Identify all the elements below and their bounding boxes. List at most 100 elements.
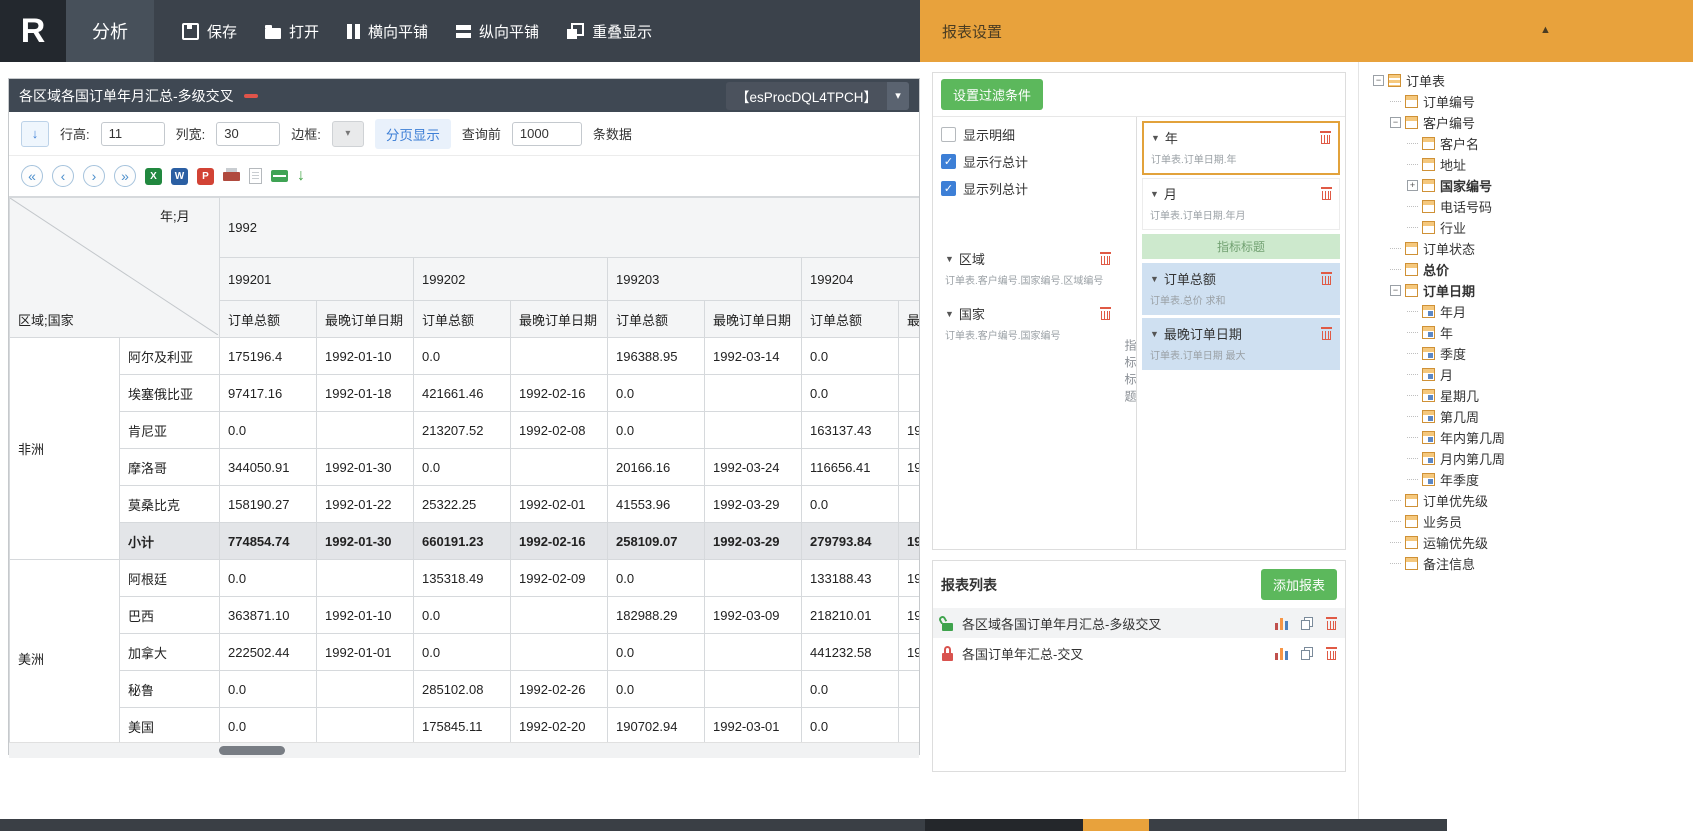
cascade-button[interactable]: 重叠显示 <box>553 0 666 62</box>
horizontal-scrollbar[interactable] <box>9 742 919 758</box>
tree-item-quarter[interactable]: 季度 <box>1359 343 1693 364</box>
chart-icon[interactable] <box>1275 647 1288 660</box>
chart-icon[interactable] <box>1275 617 1288 630</box>
tree-item-week-number[interactable]: 第几周 <box>1359 406 1693 427</box>
tree-item-address[interactable]: 地址 <box>1359 154 1693 175</box>
tree-item-order-table[interactable]: − 订单表 <box>1359 70 1693 91</box>
field-caret-icon[interactable]: ▼ <box>945 254 954 264</box>
add-report-button[interactable]: 添加报表 <box>1260 569 1337 600</box>
table-icon <box>1388 74 1401 87</box>
collapse-panel-icon[interactable]: ▲ <box>1540 24 1551 36</box>
next-page-button[interactable]: › <box>83 165 105 187</box>
field-caret-icon[interactable]: ▼ <box>1150 189 1159 199</box>
col-width-input[interactable] <box>216 121 281 146</box>
save-button[interactable]: 保存 <box>168 0 251 62</box>
row-field-region[interactable]: ▼ 区域 订单表.客户编号.国家编号.区域编号 <box>941 244 1115 293</box>
checkbox-show-col-total[interactable]: ✓ 显示列总计 <box>941 179 1115 198</box>
delete-report-icon[interactable] <box>1326 646 1337 660</box>
filter-conditions-button[interactable]: 设置过滤条件 <box>941 79 1044 110</box>
copy-report-icon[interactable] <box>1301 646 1313 660</box>
tree-item-year-quarter[interactable]: 年季度 <box>1359 469 1693 490</box>
tree-item-weekday[interactable]: 星期几 <box>1359 385 1693 406</box>
first-page-button[interactable]: « <box>21 165 43 187</box>
background-window-strip <box>0 819 925 831</box>
tree-item-industry[interactable]: 行业 <box>1359 217 1693 238</box>
dataset-dropdown[interactable]: 【esProcDQL4TPCH】 ▾ <box>725 81 909 110</box>
report-list-item[interactable]: 各区域各国订单年月汇总-多级交叉 <box>933 608 1345 638</box>
tree-item-week-of-month[interactable]: 月内第几周 <box>1359 448 1693 469</box>
tree-item-order-id[interactable]: 订单编号 <box>1359 91 1693 112</box>
tile-vertical-button[interactable]: 纵向平铺 <box>442 0 553 62</box>
tree-item-customer-name[interactable]: 客户名 <box>1359 133 1693 154</box>
data-cell: 190702.94 <box>607 707 705 742</box>
checkbox-show-detail[interactable]: 显示明细 <box>941 125 1115 144</box>
tree-item-year-month[interactable]: 年月 <box>1359 301 1693 322</box>
data-cell: 363871.10 <box>219 596 317 634</box>
collapse-toolbar-button[interactable]: ↓ <box>21 120 49 147</box>
export-excel-icon[interactable]: X <box>145 167 162 185</box>
copy-report-icon[interactable] <box>1301 616 1313 630</box>
tab-analysis[interactable]: 分析 <box>66 0 154 62</box>
delete-field-icon[interactable] <box>1321 187 1332 200</box>
open-button[interactable]: 打开 <box>251 0 333 62</box>
tree-item-year[interactable]: 年 <box>1359 322 1693 343</box>
export-word-icon[interactable]: W <box>171 167 188 185</box>
field-caret-icon[interactable]: ▼ <box>1151 133 1160 143</box>
export-data-icon[interactable] <box>271 170 288 182</box>
field-caret-icon[interactable]: ▼ <box>1150 274 1159 284</box>
tile-horizontal-button[interactable]: 横向平铺 <box>333 0 442 62</box>
column-field-month[interactable]: ▼ 月 订单表.订单日期.年月 <box>1142 178 1340 230</box>
report-file-icon[interactable] <box>249 168 262 184</box>
tree-item-country-id[interactable]: + 国家编号 <box>1359 175 1693 196</box>
delete-report-icon[interactable] <box>1326 616 1337 630</box>
row-field-country[interactable]: ▼ 国家 订单表.客户编号.国家编号 <box>941 299 1115 348</box>
delete-field-icon[interactable] <box>1320 131 1331 144</box>
download-icon[interactable]: ↓ <box>297 167 305 185</box>
minimize-icon[interactable] <box>243 93 258 98</box>
column-field-year[interactable]: ▼ 年 订单表.订单日期.年 <box>1142 121 1340 175</box>
measure-field-latest-order-date[interactable]: ▼ 最晚订单日期 订单表.订单日期 最大 <box>1142 318 1340 370</box>
print-icon[interactable] <box>223 168 240 184</box>
collapse-node-icon[interactable]: − <box>1373 75 1384 86</box>
scrollbar-thumb[interactable] <box>219 746 285 755</box>
data-cell: 19 <box>897 448 919 486</box>
previous-page-button[interactable]: ‹ <box>52 165 74 187</box>
delete-field-icon[interactable] <box>1100 252 1111 265</box>
delete-field-icon[interactable] <box>1100 307 1111 320</box>
delete-field-icon[interactable] <box>1321 272 1332 285</box>
tree-item-phone[interactable]: 电话号码 <box>1359 196 1693 217</box>
measure-field-order-total[interactable]: ▼ 订单总额 订单表.总价 求和 <box>1142 263 1340 315</box>
checkbox-show-row-total[interactable]: ✓ 显示行总计 <box>941 152 1115 171</box>
collapse-node-icon[interactable]: − <box>1390 285 1401 296</box>
border-dropdown[interactable]: ▾ <box>331 120 364 147</box>
tree-item-total-price[interactable]: 总价 <box>1359 259 1693 280</box>
field-name: 月 <box>1163 187 1177 202</box>
tree-item-customer-id[interactable]: − 客户编号 <box>1359 112 1693 133</box>
tree-item-salesperson[interactable]: 业务员 <box>1359 511 1693 532</box>
last-page-button[interactable]: » <box>114 165 136 187</box>
tree-connector <box>1390 269 1401 270</box>
corner-column-label: 年;月 <box>160 209 190 224</box>
tree-item-order-status[interactable]: 订单状态 <box>1359 238 1693 259</box>
tree-item-order-priority[interactable]: 订单优先级 <box>1359 490 1693 511</box>
tree-item-ship-priority[interactable]: 运输优先级 <box>1359 532 1693 553</box>
tree-item-month[interactable]: 月 <box>1359 364 1693 385</box>
expand-node-icon[interactable]: + <box>1407 180 1418 191</box>
tree-item-remarks[interactable]: 备注信息 <box>1359 553 1693 574</box>
tree-item-order-date[interactable]: − 订单日期 <box>1359 280 1693 301</box>
report-list-item[interactable]: 各国订单年汇总-交叉 <box>933 638 1345 668</box>
query-count-input[interactable] <box>511 121 582 146</box>
collapse-node-icon[interactable]: − <box>1390 117 1401 128</box>
field-caret-icon[interactable]: ▼ <box>945 309 954 319</box>
tree-connector <box>1407 143 1418 144</box>
month-header: 199202 <box>413 257 608 301</box>
tree-item-week-of-year[interactable]: 年内第几周 <box>1359 427 1693 448</box>
field-icon <box>1405 557 1418 570</box>
paging-toggle[interactable]: 分页显示 <box>374 118 451 149</box>
data-cell: 213207.52 <box>413 411 511 449</box>
field-caret-icon[interactable]: ▼ <box>1150 329 1159 339</box>
row-height-input[interactable] <box>100 121 165 146</box>
delete-field-icon[interactable] <box>1321 327 1332 340</box>
export-pdf-icon[interactable]: P <box>197 167 214 185</box>
data-cell: 218210.01 <box>801 596 899 634</box>
